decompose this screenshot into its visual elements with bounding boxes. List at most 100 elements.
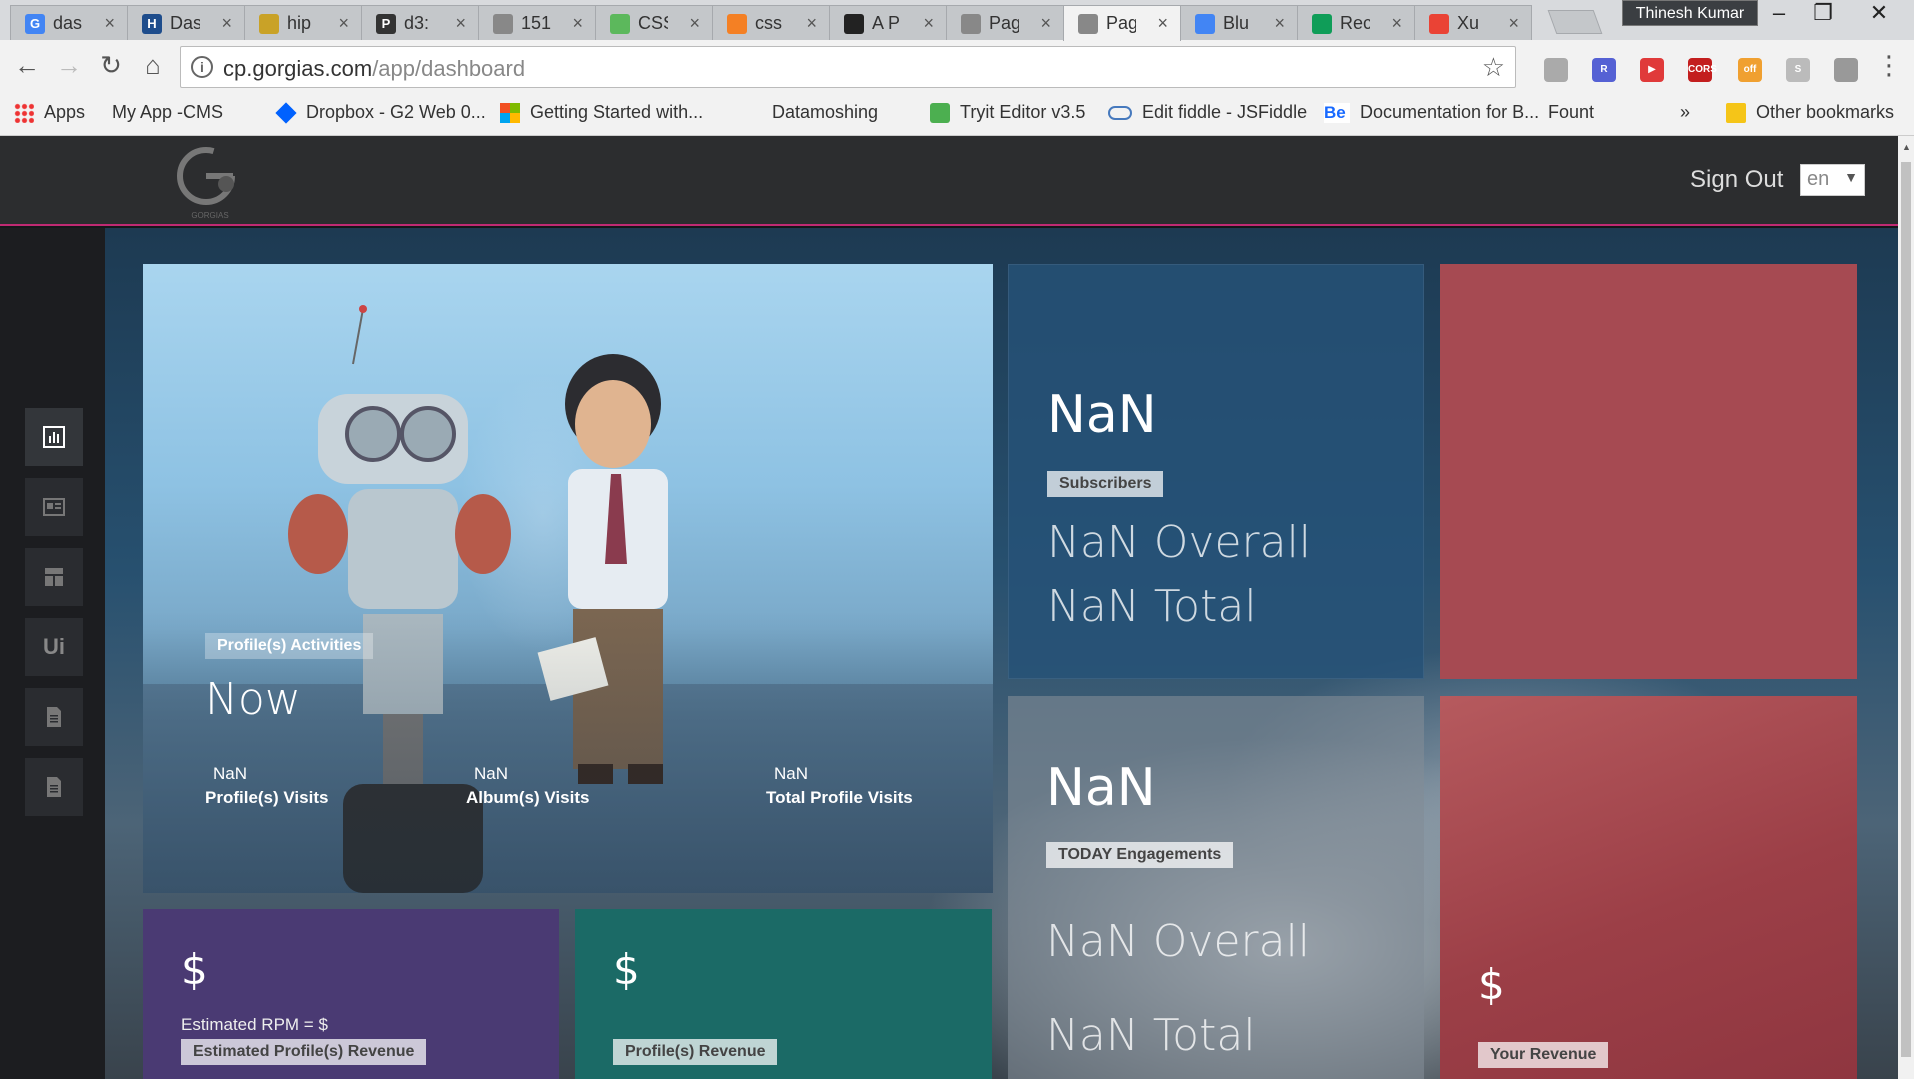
profile-revenue-tile: $ Profile(s) Revenue (575, 909, 992, 1079)
scroll-up-icon[interactable]: ▲ (1902, 142, 1911, 152)
subscribers-tile: NaN Subscribers NaN Overall NaN Total (1008, 264, 1424, 679)
bookmark-item[interactable]: Edit fiddle - JSFiddle (1108, 102, 1307, 123)
album-visits-stat: NaN Album(s) Visits (466, 764, 589, 808)
minimize-icon[interactable]: – (1756, 0, 1802, 28)
sidebar-item-content[interactable] (25, 478, 83, 536)
close-window-icon[interactable]: ✕ (1856, 0, 1902, 28)
back-icon[interactable]: ← (10, 50, 44, 81)
browser-tab[interactable]: CSS × (595, 5, 713, 41)
estimated-profile-revenue-tile: $ Estimated RPM = $ Estimated Profile(s)… (143, 909, 559, 1079)
restore-icon[interactable]: ❐ (1800, 0, 1846, 28)
subscribers-badge: Subscribers (1047, 471, 1164, 497)
tab-close-icon[interactable]: × (338, 13, 349, 34)
subscribers-total: NaN Total (1047, 581, 1257, 632)
profile-button[interactable]: Thinesh Kumar (1622, 0, 1758, 26)
sidebar-item-dashboard[interactable] (25, 408, 83, 466)
tab-close-icon[interactable]: × (1040, 13, 1051, 34)
tab-close-icon[interactable]: × (806, 13, 817, 34)
tab-close-icon[interactable]: × (923, 13, 934, 34)
bookmark-item[interactable]: Datamoshing (772, 102, 878, 258)
bookmark-star-icon[interactable]: ☆ (1482, 52, 1505, 83)
tab-close-icon[interactable]: × (1508, 13, 1519, 34)
document-icon (47, 777, 61, 797)
browser-tab[interactable]: Pag × (1063, 5, 1181, 41)
browser-tab[interactable]: A P × (829, 5, 947, 41)
estimated-profile-revenue-badge: Estimated Profile(s) Revenue (181, 1039, 427, 1065)
app-header: GORGIAS Sign Out en ▼ (0, 136, 1898, 226)
bookmark-item[interactable]: Tryit Editor v3.5 (930, 102, 1085, 123)
skype-extension-icon[interactable]: S (1786, 58, 1810, 82)
home-icon[interactable]: ⌂ (136, 50, 170, 81)
bookmark-item[interactable]: Dropbox - G2 Web 0... (275, 101, 486, 124)
sidebar-item-docs[interactable] (25, 688, 83, 746)
bookmark-label: Documentation for B... (1360, 102, 1540, 122)
tab-close-icon[interactable]: × (1274, 13, 1285, 34)
sidebar-item-layout[interactable] (25, 548, 83, 606)
other-bookmarks-folder[interactable]: Other bookmarks (1726, 102, 1894, 123)
engagements-tile: NaN TODAY Engagements NaN Overall NaN To… (1008, 696, 1424, 1079)
browser-tab[interactable]: Xu × (1414, 5, 1532, 41)
tab-close-icon[interactable]: × (572, 13, 583, 34)
site-info-icon[interactable]: i (191, 56, 213, 78)
your-revenue-badge: Your Revenue (1478, 1042, 1609, 1068)
tab-close-icon[interactable]: × (221, 13, 232, 34)
tab-title: css (755, 13, 782, 33)
browser-tab[interactable]: Blu × (1180, 5, 1298, 41)
language-select[interactable]: en ▼ (1800, 164, 1865, 196)
browser-tabstrip: Gdas×HDas×hip×Pd3:×151×CSS×css×A P×Pag×P… (0, 0, 1914, 41)
browser-tab[interactable]: Gdas × (10, 5, 128, 41)
browser-tab[interactable]: Pag × (946, 5, 1064, 41)
tab-title: d3: (404, 13, 430, 33)
profile-revenue-badge: Profile(s) Revenue (613, 1039, 778, 1065)
tab-title: CSS (638, 13, 668, 33)
bookmark-item[interactable]: Be Documentation for B... (1324, 102, 1539, 123)
profile-activities-card: Profile(s) Activities Now NaN Profile(s)… (143, 264, 993, 893)
sidebar-item-ui[interactable]: Ui (25, 618, 83, 676)
folder-icon (1726, 102, 1746, 123)
album-visits-value: NaN (474, 764, 509, 783)
gorgias-logo[interactable]: GORGIAS (168, 144, 252, 220)
address-bar[interactable]: i cp.gorgias.com/app/dashboard ☆ (180, 46, 1516, 88)
browser-tab[interactable]: Pd3: × (361, 5, 479, 41)
tab-title: hip (287, 13, 312, 33)
browser-tab[interactable]: hip × (244, 5, 362, 41)
sidebar-item-pages[interactable] (25, 758, 83, 816)
layout-icon (45, 568, 63, 586)
drive-extension-icon[interactable] (1544, 58, 1568, 82)
bookmark-item[interactable]: Apps (14, 102, 85, 123)
tab-close-icon[interactable]: × (104, 13, 115, 34)
engagements-badge: TODAY Engagements (1046, 842, 1234, 868)
browser-tab[interactable]: Rec × (1297, 5, 1415, 41)
tab-close-icon[interactable]: × (1391, 13, 1402, 34)
browser-tab[interactable]: H Das × (127, 5, 245, 41)
browser-toolbar: ← → ↻ ⌂ i cp.gorgias.com/app/dashboard ☆… (0, 40, 1914, 94)
play-extension-icon[interactable]: ▶ (1640, 58, 1664, 82)
camera-extension-icon[interactable] (1834, 58, 1858, 82)
tab-favicon-icon (1429, 13, 1449, 34)
browser-tab[interactable]: css × (712, 5, 830, 41)
your-revenue-currency: $ (1478, 960, 1505, 1009)
sign-out-link[interactable]: Sign Out (1690, 166, 1783, 194)
ui-icon: Ui (43, 634, 65, 659)
tab-close-icon[interactable]: × (1157, 13, 1168, 34)
page-scrollbar[interactable]: ▲ (1898, 136, 1914, 1079)
bookmark-label: Tryit Editor v3.5 (960, 102, 1086, 122)
tab-close-icon[interactable]: × (689, 13, 700, 34)
scrollbar-thumb[interactable] (1901, 162, 1911, 1057)
tab-close-icon[interactable]: × (455, 13, 466, 34)
engagements-overall: NaN Overall (1046, 916, 1311, 967)
reload-icon[interactable]: ↻ (94, 50, 128, 81)
menu-icon[interactable]: ⋮ (1872, 50, 1906, 81)
bookmark-item[interactable]: Fount (1548, 102, 1594, 258)
subscribers-overall: NaN Overall (1047, 517, 1312, 568)
forward-icon[interactable]: → (52, 50, 86, 81)
new-tab-button[interactable] (1547, 10, 1603, 34)
w3-icon (930, 102, 950, 123)
off-extension-icon[interactable]: off (1738, 58, 1762, 82)
cors-extension-icon[interactable]: CORS (1688, 58, 1717, 82)
bookmark-item[interactable]: Getting Started with... (500, 102, 703, 123)
bookmarks-overflow-button[interactable]: » (1680, 102, 1690, 123)
r-extension-icon[interactable]: R (1592, 58, 1616, 82)
bookmark-item[interactable]: My App -CMS (112, 102, 223, 258)
browser-tab[interactable]: 151 × (478, 5, 596, 41)
